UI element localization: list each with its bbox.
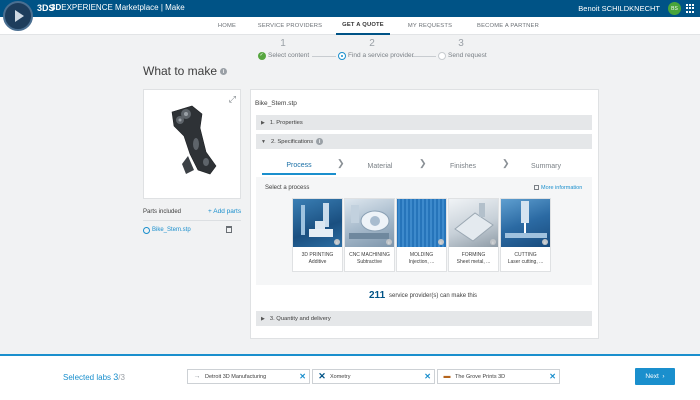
nav-tab-home[interactable]: HOME xyxy=(210,17,244,35)
process-card-3d-printing[interactable]: i 3D PRINTING Additive xyxy=(292,198,343,272)
info-icon[interactable]: i xyxy=(220,68,228,76)
expanded-arrow-icon: ▼ xyxy=(261,138,266,145)
tab-material[interactable]: Material xyxy=(350,157,410,175)
compass-logo-icon[interactable] xyxy=(3,1,33,31)
bike-stem-3d-model xyxy=(171,105,217,175)
file-name: Bike_Stem.stp xyxy=(255,100,297,107)
expand-icon[interactable]: ⤢ xyxy=(229,94,236,105)
lab-pill-xometry: ✕ Xometry ✕ xyxy=(312,369,435,384)
parts-included-title: Parts included xyxy=(143,209,182,215)
process-card-cnc-machining[interactable]: i CNC MACHINING Subtractive xyxy=(344,198,395,272)
forming-image: i xyxy=(449,199,498,247)
top-bar: 3DS 3DEXPERIENCE Marketplace | Make Beno… xyxy=(0,0,700,17)
section-specifications[interactable]: ▼ 2. Specifications i xyxy=(256,134,592,149)
nav-tab-become-a-partner[interactable]: BECOME A PARTNER xyxy=(472,17,544,35)
detroit-logo-icon: → xyxy=(193,373,201,380)
step-pending-icon xyxy=(438,52,446,60)
step-label-2[interactable]: Find a service provider xyxy=(348,52,414,59)
nav-tab-my-requests[interactable]: MY REQUESTS xyxy=(400,17,460,35)
step-number-3: 3 xyxy=(458,38,464,49)
add-parts-button[interactable]: + Add parts xyxy=(208,208,241,215)
step-connector xyxy=(412,56,436,57)
molding-image: i xyxy=(397,199,446,247)
section-quantity-delivery[interactable]: ▶ 3. Quantity and delivery xyxy=(256,311,592,326)
process-card-forming[interactable]: i FORMING Sheet metal, ... xyxy=(448,198,499,272)
lab-pill-grove: ▬ The Grove Prints 3D ✕ xyxy=(437,369,560,384)
part-loading-icon xyxy=(143,227,150,234)
info-icon[interactable]: i xyxy=(316,138,324,145)
part-preview[interactable]: ⤢ xyxy=(143,89,241,199)
step-label-3: Send request xyxy=(448,52,487,59)
grove-logo-icon: ▬ xyxy=(443,373,451,380)
step-number-1: 1 xyxy=(280,38,286,49)
user-name[interactable]: Benoit SCHILDKNECHT xyxy=(578,4,660,13)
provider-count: 211 xyxy=(369,290,386,301)
3d-printing-image: i xyxy=(293,199,342,247)
remove-lab-button[interactable]: ✕ xyxy=(424,372,431,381)
section-properties[interactable]: ▶ 1. Properties xyxy=(256,115,592,130)
remove-lab-button[interactable]: ✕ xyxy=(549,372,556,381)
collapsed-arrow-icon: ▶ xyxy=(261,315,265,322)
process-card-molding[interactable]: i MOLDING Injection, ... xyxy=(396,198,447,272)
nav-tab-service-providers[interactable]: SERVICE PROVIDERS xyxy=(255,17,325,35)
info-icon[interactable]: i xyxy=(386,239,392,245)
app-grid-icon[interactable] xyxy=(686,4,695,13)
step-number-2: 2 xyxy=(369,38,375,49)
app-title: 3DEXPERIENCE Marketplace | Make xyxy=(51,3,185,12)
cutting-image: i xyxy=(501,199,550,247)
tab-finishes[interactable]: Finishes xyxy=(432,157,494,175)
chevron-right-icon: ❯ xyxy=(337,158,345,168)
process-card-cutting[interactable]: i CUTTING Laser cutting, ... xyxy=(500,198,551,272)
next-button[interactable]: Next › xyxy=(635,368,675,385)
book-icon xyxy=(534,185,539,191)
more-information-link[interactable]: More information xyxy=(534,185,582,191)
cnc-machining-image: i xyxy=(345,199,394,247)
chevron-right-icon: › xyxy=(662,373,665,380)
page-title: What to make i xyxy=(143,64,228,78)
info-icon[interactable]: i xyxy=(490,239,496,245)
step-connector xyxy=(312,56,336,57)
step-label-1[interactable]: Select content xyxy=(268,52,309,59)
collapsed-arrow-icon: ▶ xyxy=(261,119,265,126)
step-done-check-icon xyxy=(258,52,266,60)
select-process-label: Select a process xyxy=(265,185,310,191)
selected-labs-counter: Selected labs 3/3 xyxy=(63,372,125,382)
user-avatar[interactable]: BS xyxy=(668,2,681,15)
main-nav: HOME SERVICE PROVIDERS GET A QUOTE MY RE… xyxy=(0,17,700,35)
part-name-link[interactable]: Bike_Stem.stp xyxy=(152,227,191,233)
remove-lab-button[interactable]: ✕ xyxy=(299,372,306,381)
divider xyxy=(143,220,241,221)
nav-tab-get-a-quote[interactable]: GET A QUOTE xyxy=(336,17,390,35)
info-icon[interactable]: i xyxy=(438,239,444,245)
chevron-right-icon: ❯ xyxy=(502,158,510,168)
info-icon[interactable]: i xyxy=(334,239,340,245)
tab-process[interactable]: Process xyxy=(262,157,336,175)
lab-pill-detroit: → Detroit 3D Manufacturing ✕ xyxy=(187,369,310,384)
step-current-icon xyxy=(338,52,346,60)
info-icon[interactable]: i xyxy=(542,239,548,245)
tab-summary[interactable]: Summary xyxy=(515,157,577,175)
xometry-logo-icon: ✕ xyxy=(318,371,326,381)
trash-icon[interactable] xyxy=(226,226,232,233)
provider-count-text: service provider(s) can make this xyxy=(389,293,478,299)
chevron-right-icon: ❯ xyxy=(419,158,427,168)
